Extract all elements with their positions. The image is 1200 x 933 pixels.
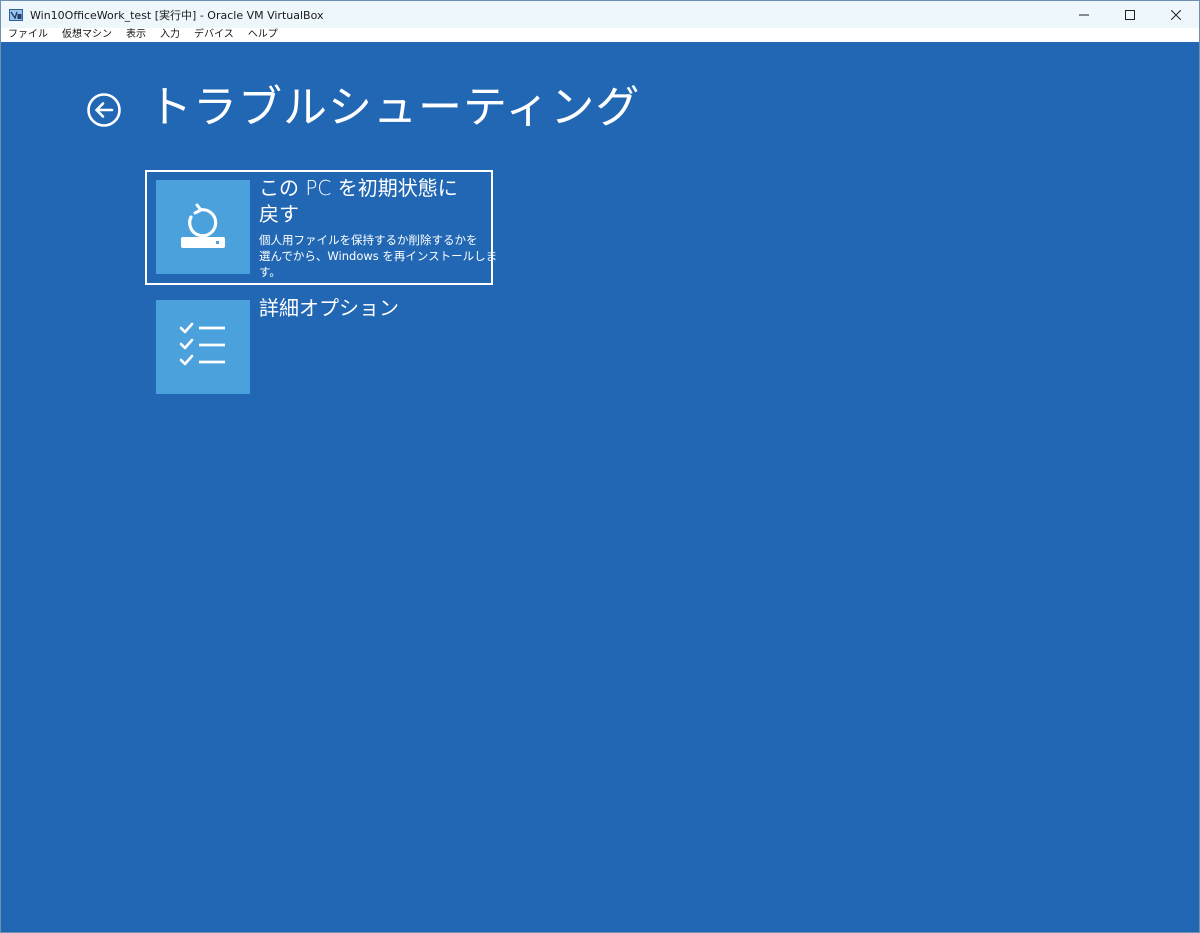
menu-bar: ファイル 仮想マシン 表示 入力 デバイス ヘルプ <box>1 28 1199 42</box>
menu-machine[interactable]: 仮想マシン <box>55 28 119 42</box>
reset-pc-icon <box>175 197 231 257</box>
maximize-icon <box>1125 5 1135 24</box>
menu-devices[interactable]: デバイス <box>187 28 241 42</box>
checklist-icon <box>175 317 231 377</box>
reset-pc-desc-line1: 個人用ファイルを保持するか削除するかを <box>259 233 478 247</box>
page-title: トラブルシューティング <box>148 82 641 133</box>
maximize-button[interactable] <box>1107 1 1153 28</box>
reset-pc-desc-line3: す。 <box>259 265 281 279</box>
close-icon <box>1170 5 1182 24</box>
menu-file[interactable]: ファイル <box>1 28 55 42</box>
advanced-options-heading-line1: 詳細オプション <box>259 296 399 320</box>
reset-pc-heading-line2: 戻す <box>259 202 299 226</box>
back-button[interactable] <box>86 92 122 128</box>
virtualbox-window: Win10OfficeWork_test [実行中] - Oracle VM V… <box>0 0 1200 933</box>
minimize-icon <box>1079 5 1089 24</box>
title-bar[interactable]: Win10OfficeWork_test [実行中] - Oracle VM V… <box>1 1 1199 28</box>
advanced-options-option[interactable]: 詳細オプション <box>147 292 493 402</box>
menu-view[interactable]: 表示 <box>119 28 153 42</box>
advanced-options-heading: 詳細オプション <box>259 295 491 321</box>
reset-pc-description: 個人用ファイルを保持するか削除するかを 選んでから、Windows を再インスト… <box>259 232 498 280</box>
reset-pc-tile <box>156 180 250 274</box>
reset-pc-heading: この PC を初期状態に 戻す <box>259 175 491 227</box>
close-button[interactable] <box>1153 1 1199 28</box>
window-controls <box>1061 1 1199 28</box>
menu-help[interactable]: ヘルプ <box>241 28 285 42</box>
menu-input[interactable]: 入力 <box>153 28 187 42</box>
reset-pc-option[interactable]: この PC を初期状態に 戻す 個人用ファイルを保持するか削除するかを 選んでか… <box>145 170 498 285</box>
reset-pc-heading-line1: この PC を初期状態に <box>259 176 458 200</box>
window-title: Win10OfficeWork_test [実行中] - Oracle VM V… <box>30 8 324 22</box>
reset-pc-desc-line2: 選んでから、Windows を再インストールしま <box>259 249 498 263</box>
back-arrow-icon <box>86 93 122 132</box>
vm-display[interactable]: トラブルシューティング この PC を初期状態に 戻す 個人用ファイルを保持する… <box>1 42 1199 932</box>
advanced-options-tile <box>156 300 250 394</box>
virtualbox-icon <box>8 7 24 23</box>
minimize-button[interactable] <box>1061 1 1107 28</box>
